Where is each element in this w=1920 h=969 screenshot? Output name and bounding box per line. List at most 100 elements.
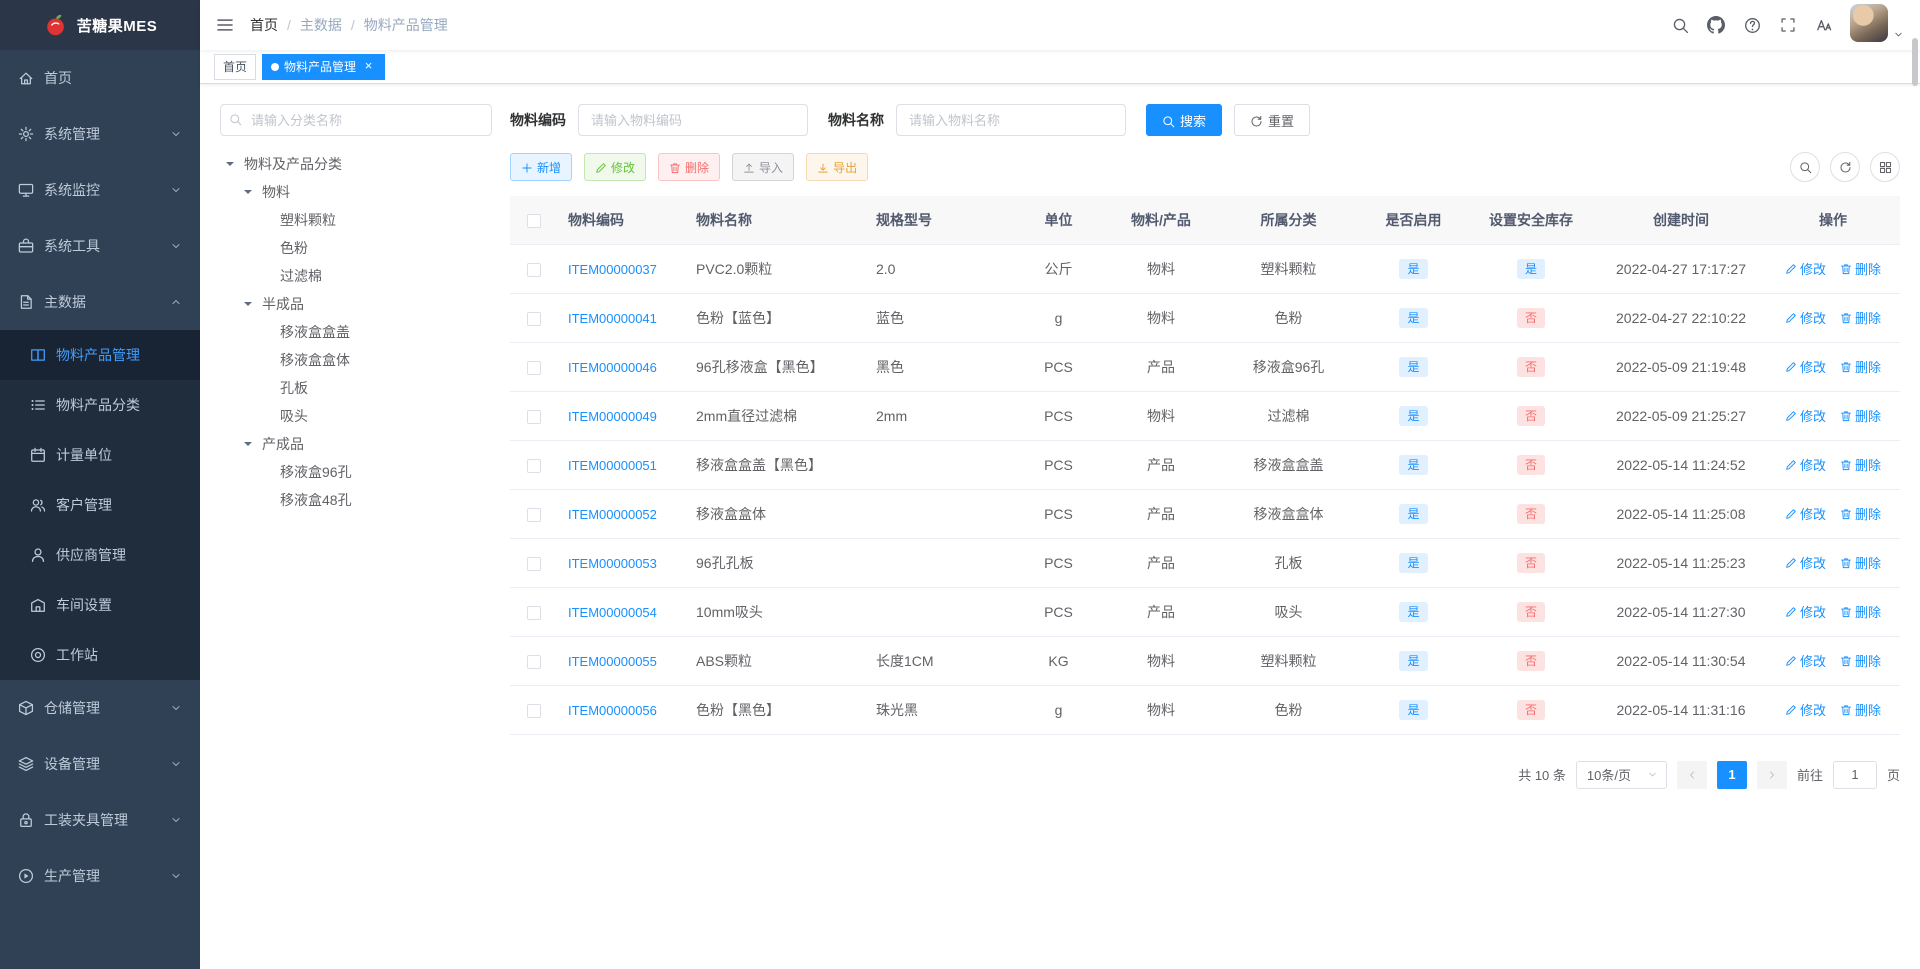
breadcrumb-item[interactable]: 首页: [250, 15, 278, 35]
tree-node[interactable]: 色粉: [220, 234, 492, 262]
app-logo[interactable]: 苦糖果MES: [0, 0, 200, 50]
row-checkbox[interactable]: [527, 458, 541, 473]
tree-node[interactable]: 半成品: [220, 290, 492, 318]
breadcrumb-item[interactable]: 主数据: [300, 15, 342, 35]
tree-node[interactable]: 过滤棉: [220, 262, 492, 290]
tree-node[interactable]: 塑料颗粒: [220, 206, 492, 234]
sidebar-item-workstation[interactable]: 工作站: [0, 630, 200, 680]
row-edit-button[interactable]: 修改: [1785, 259, 1826, 278]
sidebar-item-master-data[interactable]: 主数据: [0, 274, 200, 330]
sidebar-item-system-management[interactable]: 系统管理: [0, 106, 200, 162]
row-checkbox[interactable]: [527, 360, 541, 375]
sidebar-item-production-management[interactable]: 生产管理: [0, 848, 200, 904]
sidebar-item-material-product-category[interactable]: 物料产品分类: [0, 380, 200, 430]
sidebar-item-customer-management[interactable]: 客户管理: [0, 480, 200, 530]
row-delete-button[interactable]: 删除: [1840, 651, 1881, 670]
row-delete-button[interactable]: 删除: [1840, 700, 1881, 719]
row-delete-button[interactable]: 删除: [1840, 602, 1881, 621]
material-code-link[interactable]: ITEM00000046: [568, 360, 657, 375]
current-page-button[interactable]: 1: [1716, 760, 1747, 789]
row-edit-button[interactable]: 修改: [1785, 406, 1826, 425]
row-checkbox[interactable]: [527, 262, 541, 277]
sidebar-item-system-monitor[interactable]: 系统监控: [0, 162, 200, 218]
row-edit-button[interactable]: 修改: [1785, 553, 1826, 572]
category-search-input[interactable]: [220, 104, 492, 136]
row-edit-button[interactable]: 修改: [1785, 455, 1826, 474]
scrollbar-thumb[interactable]: [1912, 38, 1918, 86]
column-settings-button[interactable]: [1870, 152, 1900, 182]
tree-node[interactable]: 物料: [220, 178, 492, 206]
tree-node[interactable]: 物料及产品分类: [220, 150, 492, 178]
import-button[interactable]: 导入: [732, 153, 795, 181]
next-page-button[interactable]: [1756, 760, 1787, 789]
row-delete-button[interactable]: 删除: [1840, 455, 1881, 474]
sidebar-item-equipment-management[interactable]: 设备管理: [0, 736, 200, 792]
prev-page-button[interactable]: [1676, 760, 1707, 789]
code-filter-input[interactable]: [578, 104, 808, 136]
row-edit-button[interactable]: 修改: [1785, 308, 1826, 327]
row-checkbox[interactable]: [527, 703, 541, 718]
font-size-button[interactable]: [1806, 0, 1842, 50]
row-delete-button[interactable]: 删除: [1840, 553, 1881, 572]
add-button[interactable]: 新增: [510, 153, 573, 181]
github-link[interactable]: [1698, 0, 1734, 50]
row-checkbox[interactable]: [527, 311, 541, 326]
sidebar-item-home[interactable]: 首页: [0, 50, 200, 106]
row-delete-button[interactable]: 删除: [1840, 504, 1881, 523]
sidebar-item-system-tools[interactable]: 系统工具: [0, 218, 200, 274]
row-delete-button[interactable]: 删除: [1840, 259, 1881, 278]
row-checkbox[interactable]: [527, 556, 541, 571]
fullscreen-button[interactable]: [1770, 0, 1806, 50]
tree-node[interactable]: 孔板: [220, 374, 492, 402]
user-menu[interactable]: [1850, 4, 1904, 46]
sidebar-item-measurement-unit[interactable]: 计量单位: [0, 430, 200, 480]
export-button[interactable]: 导出: [806, 153, 869, 181]
material-code-link[interactable]: ITEM00000053: [568, 556, 657, 571]
row-checkbox[interactable]: [527, 409, 541, 424]
tree-node[interactable]: 移液盒48孔: [220, 486, 492, 514]
sidebar-item-workshop-settings[interactable]: 车间设置: [0, 580, 200, 630]
sidebar-item-warehouse-management[interactable]: 仓储管理: [0, 680, 200, 736]
material-code-link[interactable]: ITEM00000054: [568, 605, 657, 620]
row-checkbox[interactable]: [527, 605, 541, 620]
row-delete-button[interactable]: 删除: [1840, 406, 1881, 425]
tree-node[interactable]: 移液盒96孔: [220, 458, 492, 486]
page-size-select[interactable]: 10条/页: [1575, 760, 1667, 789]
row-edit-button[interactable]: 修改: [1785, 700, 1826, 719]
header-search-button[interactable]: [1662, 0, 1698, 50]
close-tab-icon[interactable]: ×: [361, 59, 376, 74]
delete-button[interactable]: 删除: [658, 153, 721, 181]
material-code-link[interactable]: ITEM00000055: [568, 654, 657, 669]
row-edit-button[interactable]: 修改: [1785, 651, 1826, 670]
tree-node[interactable]: 移液盒盒盖: [220, 318, 492, 346]
refresh-table-button[interactable]: [1830, 152, 1860, 182]
tab-home[interactable]: 首页: [214, 53, 257, 80]
material-code-link[interactable]: ITEM00000041: [568, 311, 657, 326]
row-edit-button[interactable]: 修改: [1785, 504, 1826, 523]
reset-button[interactable]: 重置: [1234, 104, 1311, 136]
material-code-link[interactable]: ITEM00000051: [568, 458, 657, 473]
sidebar-item-material-product-management[interactable]: 物料产品管理: [0, 330, 200, 380]
row-edit-button[interactable]: 修改: [1785, 357, 1826, 376]
help-button[interactable]: [1734, 0, 1770, 50]
material-code-link[interactable]: ITEM00000037: [568, 262, 657, 277]
select-all-checkbox[interactable]: [527, 213, 541, 228]
row-delete-button[interactable]: 删除: [1840, 308, 1881, 327]
goto-page-input[interactable]: [1832, 760, 1877, 789]
row-checkbox[interactable]: [527, 654, 541, 669]
tab-material-product-management[interactable]: 物料产品管理 ×: [262, 53, 386, 80]
sidebar-item-supplier-management[interactable]: 供应商管理: [0, 530, 200, 580]
search-button[interactable]: 搜索: [1146, 104, 1223, 136]
toggle-search-button[interactable]: [1790, 152, 1820, 182]
edit-button[interactable]: 修改: [584, 153, 647, 181]
sidebar-item-fixture-management[interactable]: 工装夹具管理: [0, 792, 200, 848]
tree-node[interactable]: 移液盒盒体: [220, 346, 492, 374]
material-code-link[interactable]: ITEM00000052: [568, 507, 657, 522]
material-code-link[interactable]: ITEM00000056: [568, 703, 657, 718]
row-checkbox[interactable]: [527, 507, 541, 522]
material-code-link[interactable]: ITEM00000049: [568, 409, 657, 424]
row-edit-button[interactable]: 修改: [1785, 602, 1826, 621]
tree-node[interactable]: 吸头: [220, 402, 492, 430]
row-delete-button[interactable]: 删除: [1840, 357, 1881, 376]
tree-node[interactable]: 产成品: [220, 430, 492, 458]
